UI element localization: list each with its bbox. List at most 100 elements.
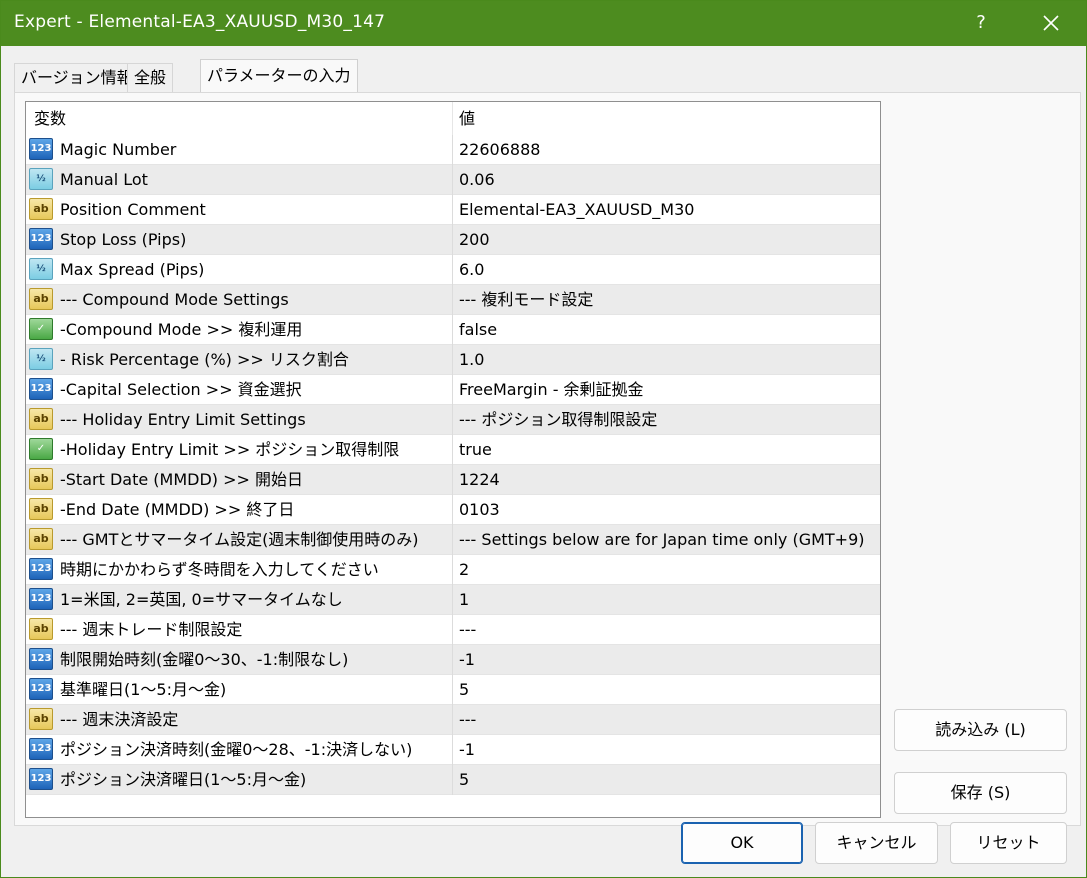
double-type-icon: ½ [29,258,53,280]
table-row[interactable]: 123 時期にかかわらず冬時間を入力してください 2 [26,555,880,585]
bool-type-icon: ✓ [29,438,53,460]
table-row[interactable]: 123 Stop Loss (Pips) 200 [26,225,880,255]
parameter-name-cell[interactable]: ab Position Comment [26,195,453,225]
parameter-name-cell[interactable]: ½ Manual Lot [26,165,453,195]
parameter-value-cell[interactable]: --- Settings below are for Japan time on… [453,525,880,555]
parameter-name-cell[interactable]: ab --- GMTとサマータイム設定(週末制御使用時のみ) [26,525,453,555]
parameter-value-cell[interactable]: false [453,315,880,345]
parameter-value-cell[interactable]: 5 [453,675,880,705]
parameter-name-cell[interactable]: ab --- 週末決済設定 [26,705,453,735]
parameter-name-cell[interactable]: ✓ -Compound Mode >> 複利運用 [26,315,453,345]
column-header-value[interactable]: 値 [453,102,880,135]
integer-type-icon: 123 [29,678,53,700]
parameter-value-cell[interactable]: FreeMargin - 余剰証拠金 [453,375,880,405]
parameter-value-cell[interactable]: --- [453,615,880,645]
table-row[interactable]: ½ Manual Lot 0.06 [26,165,880,195]
parameter-name: --- GMTとサマータイム設定(週末制御使用時のみ) [60,530,419,549]
table-row[interactable]: ✓ -Holiday Entry Limit >> ポジション取得制限 true [26,435,880,465]
table-row[interactable]: 123 制限開始時刻(金曜0〜30、-1:制限なし) -1 [26,645,880,675]
parameter-name-cell[interactable]: 123 Stop Loss (Pips) [26,225,453,255]
parameter-name: 基準曜日(1〜5:月〜金) [60,680,227,699]
table-row[interactable]: 123 Magic Number 22606888 [26,135,880,165]
parameter-name-cell[interactable]: ✓ -Holiday Entry Limit >> ポジション取得制限 [26,435,453,465]
parameter-name: ポジション決済曜日(1〜5:月〜金) [60,770,307,789]
parameter-value-cell[interactable]: 200 [453,225,880,255]
parameter-value-cell[interactable]: 2 [453,555,880,585]
table-row[interactable]: 123 ポジション決済時刻(金曜0〜28、-1:決済しない) -1 [26,735,880,765]
bool-type-icon: ✓ [29,318,53,340]
table-row[interactable]: ab -End Date (MMDD) >> 終了日 0103 [26,495,880,525]
parameter-value-cell[interactable]: 22606888 [453,135,880,165]
parameter-value-cell[interactable]: --- 複利モード設定 [453,285,880,315]
tab-version-info[interactable]: バージョン情報 [14,63,140,92]
table-row[interactable]: 123 基準曜日(1〜5:月〜金) 5 [26,675,880,705]
load-button[interactable]: 読み込み (L) [894,709,1067,751]
parameter-name-cell[interactable]: ab -End Date (MMDD) >> 終了日 [26,495,453,525]
close-button[interactable] [1031,6,1071,40]
save-button[interactable]: 保存 (S) [894,772,1067,814]
table-row[interactable]: ab --- Holiday Entry Limit Settings --- ポジ… [26,405,880,435]
parameter-value-cell[interactable]: 0.06 [453,165,880,195]
table-row[interactable]: ab --- Compound Mode Settings --- 複利モード設定 [26,285,880,315]
parameter-name-cell[interactable]: 123 制限開始時刻(金曜0〜30、-1:制限なし) [26,645,453,675]
parameter-value-cell[interactable]: 5 [453,765,880,795]
parameter-name-cell[interactable]: ab --- Holiday Entry Limit Settings [26,405,453,435]
parameter-name-cell[interactable]: 123 1=米国, 2=英国, 0=サマータイムなし [26,585,453,615]
parameter-value-cell[interactable]: 1 [453,585,880,615]
parameter-name: 制限開始時刻(金曜0〜30、-1:制限なし) [60,650,349,669]
parameter-name-cell[interactable]: ab -Start Date (MMDD) >> 開始日 [26,465,453,495]
tab-general[interactable]: 全般 [127,63,174,92]
parameter-name: Manual Lot [60,170,148,189]
parameter-value-cell[interactable]: -1 [453,735,880,765]
parameter-name: --- 週末決済設定 [60,710,179,729]
close-icon [1043,15,1059,31]
parameter-value-cell[interactable]: 6.0 [453,255,880,285]
table-row[interactable]: 123 ポジション決済曜日(1〜5:月〜金) 5 [26,765,880,795]
parameter-value-cell[interactable]: 0103 [453,495,880,525]
parameter-value-cell[interactable]: 1224 [453,465,880,495]
parameter-rows: 123 Magic Number 22606888 ½ Manual Lot 0.06 ab… [26,135,880,795]
table-row[interactable]: ab --- 週末決済設定 --- [26,705,880,735]
table-row[interactable]: ab -Start Date (MMDD) >> 開始日 1224 [26,465,880,495]
parameter-name-cell[interactable]: ab --- 週末トレード制限設定 [26,615,453,645]
string-type-icon: ab [29,528,53,550]
integer-type-icon: 123 [29,228,53,250]
table-row[interactable]: ab Position Comment Elemental-EA3_XAUUSD_M… [26,195,880,225]
table-row[interactable]: ab --- GMTとサマータイム設定(週末制御使用時のみ) --- Setting… [26,525,880,555]
parameter-value-cell[interactable]: -1 [453,645,880,675]
table-row[interactable]: ✓ -Compound Mode >> 複利運用 false [26,315,880,345]
parameter-name-cell[interactable]: 123 基準曜日(1〜5:月〜金) [26,675,453,705]
parameter-name-cell[interactable]: 123 -Capital Selection >> 資金選択 [26,375,453,405]
parameter-value-cell[interactable]: true [453,435,880,465]
parameter-value-cell[interactable]: --- [453,705,880,735]
parameter-table[interactable]: 変数 値 123 Magic Number 22606888 ½ Manual Lot 0… [25,101,881,818]
parameter-name-cell[interactable]: 123 時期にかかわらず冬時間を入力してください [26,555,453,585]
expert-dialog: Expert - Elemental-EA3_XAUUSD_M30_147 ? … [0,0,1087,878]
ok-button[interactable]: OK [681,822,803,864]
column-header-variable[interactable]: 変数 [26,102,453,135]
parameter-value-cell[interactable]: --- ポジション取得制限設定 [453,405,880,435]
parameter-value-cell[interactable]: Elemental-EA3_XAUUSD_M30 [453,195,880,225]
tab-parameters[interactable]: パラメーターの入力 [200,59,358,92]
reset-button[interactable]: リセット [950,822,1067,864]
table-row[interactable]: ab --- 週末トレード制限設定 --- [26,615,880,645]
parameter-name-cell[interactable]: ½ - Risk Percentage (%) >> リスク割合 [26,345,453,375]
integer-type-icon: 123 [29,588,53,610]
string-type-icon: ab [29,498,53,520]
help-button[interactable]: ? [963,6,999,40]
parameter-value-cell[interactable]: 1.0 [453,345,880,375]
parameter-name-cell[interactable]: ab --- Compound Mode Settings [26,285,453,315]
integer-type-icon: 123 [29,648,53,670]
parameter-name-cell[interactable]: 123 Magic Number [26,135,453,165]
table-row[interactable]: 123 1=米国, 2=英国, 0=サマータイムなし 1 [26,585,880,615]
table-row[interactable]: 123 -Capital Selection >> 資金選択 FreeMargin … [26,375,880,405]
string-type-icon: ab [29,198,53,220]
table-row[interactable]: ½ Max Spread (Pips) 6.0 [26,255,880,285]
parameter-name-cell[interactable]: ½ Max Spread (Pips) [26,255,453,285]
string-type-icon: ab [29,468,53,490]
parameter-name-cell[interactable]: 123 ポジション決済曜日(1〜5:月〜金) [26,765,453,795]
table-row[interactable]: ½ - Risk Percentage (%) >> リスク割合 1.0 [26,345,880,375]
cancel-button[interactable]: キャンセル [815,822,938,864]
parameter-name-cell[interactable]: 123 ポジション決済時刻(金曜0〜28、-1:決済しない) [26,735,453,765]
title-bar[interactable]: Expert - Elemental-EA3_XAUUSD_M30_147 ? [1,1,1086,46]
